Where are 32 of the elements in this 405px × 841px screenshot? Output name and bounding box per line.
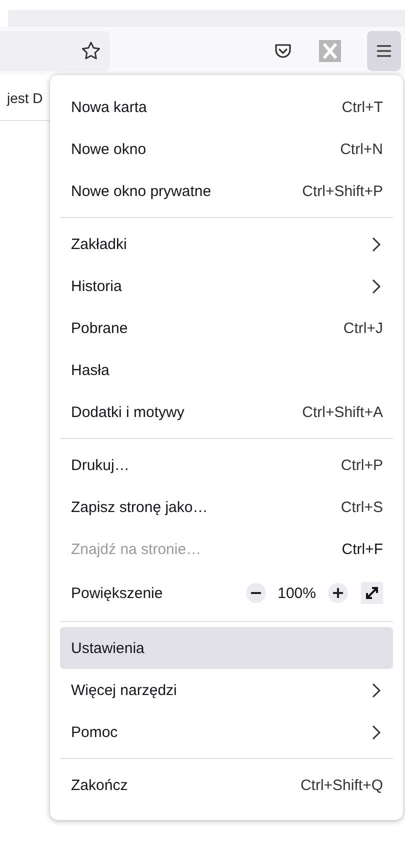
menu-item[interactable]: Zakładki [60,223,393,265]
chevron-right-icon [372,278,381,294]
menu-item[interactable]: Drukuj… Ctrl+P [60,444,393,486]
pocket-icon[interactable] [273,41,293,61]
address-field[interactable] [0,31,110,71]
menu-icon [376,44,392,58]
chevron-right-icon [372,236,381,252]
zoom-out-button[interactable] [246,583,266,603]
menu-button[interactable] [367,31,401,71]
menu-item[interactable]: Więcej narzędzi [60,669,393,711]
expand-arrow-icon [364,585,380,601]
menu-item[interactable]: Historia [60,265,393,307]
chevron-right-icon [372,724,381,740]
star-icon[interactable] [80,40,102,62]
menu-item[interactable]: Nowa karta Ctrl+T [60,86,393,128]
menu-item[interactable]: Ustawienia [60,627,393,669]
menu-item[interactable]: Zakończ Ctrl+Shift+Q [60,764,393,806]
menu-item[interactable]: Dodatki i motywy Ctrl+Shift+A [60,391,393,433]
bookmark-item[interactable]: jest D [0,90,43,106]
chevron-right-icon [372,682,381,698]
fullscreen-button[interactable] [361,582,383,604]
menu-item[interactable]: Pomoc [60,711,393,753]
minus-icon [250,592,261,594]
zoom-reset-button[interactable]: 100% [266,584,328,602]
menu-item[interactable]: Zapisz stronę jako… Ctrl+S [60,486,393,528]
zoom-label: Powiększenie [71,584,164,602]
menu-item[interactable]: Hasła [60,349,393,391]
menu-item[interactable]: Pobrane Ctrl+J [60,307,393,349]
zoom-in-button[interactable] [328,583,348,603]
plus-icon [333,588,343,598]
menu-item[interactable]: Nowe okno prywatne Ctrl+Shift+P [60,170,393,212]
menu-item[interactable]: Nowe okno Ctrl+N [60,128,393,170]
